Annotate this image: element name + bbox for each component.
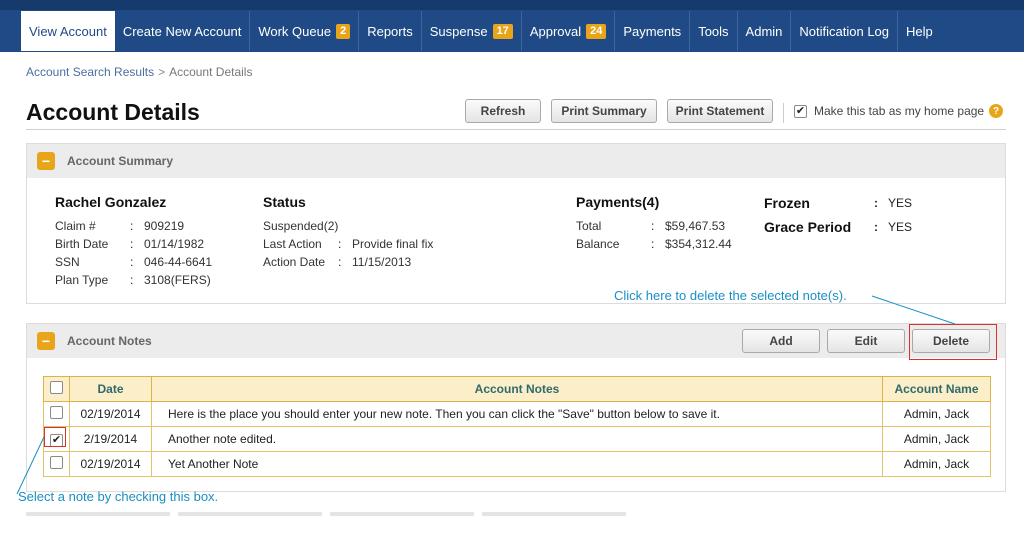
bottom-tab-1[interactable] xyxy=(26,512,170,516)
bottom-tab-2[interactable] xyxy=(178,512,322,516)
delete-callout-text: Click here to delete the selected note(s… xyxy=(614,288,847,303)
bottom-tab-4[interactable] xyxy=(482,512,626,516)
bottom-tab-3[interactable] xyxy=(330,512,474,516)
app-window: View Account Create New Account Work Que… xyxy=(0,0,1024,540)
checkbox-callout-text: Select a note by checking this box. xyxy=(18,489,219,504)
callout-lines xyxy=(16,295,956,495)
checkbox-callout-line xyxy=(16,436,45,495)
delete-callout-line xyxy=(871,295,956,325)
